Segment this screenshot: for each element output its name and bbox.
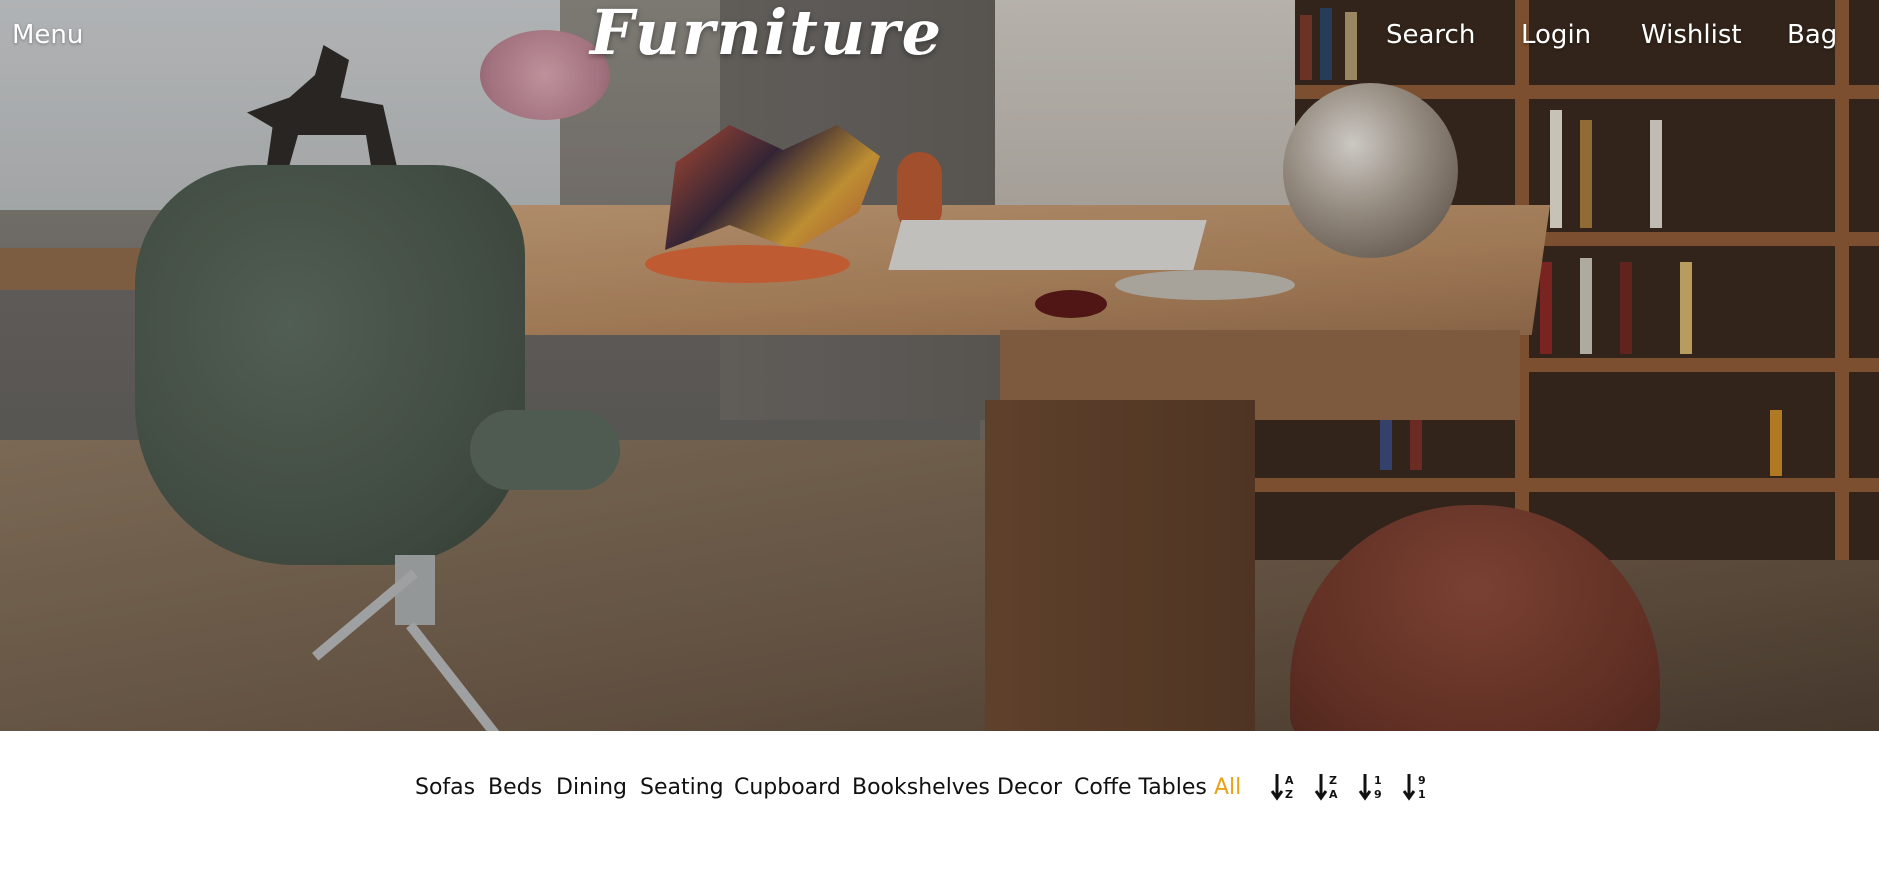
category-seating[interactable]: Seating: [640, 775, 724, 800]
category-bookshelves[interactable]: Bookshelves: [852, 775, 990, 800]
sort-alpha-desc-icon[interactable]: Z A: [1314, 770, 1344, 806]
category-dining[interactable]: Dining: [556, 775, 627, 800]
bag-link[interactable]: Bag: [1787, 20, 1837, 50]
hero-overlay: [0, 0, 1879, 731]
category-coffe-tables[interactable]: Coffe Tables: [1074, 775, 1207, 800]
category-cupboard[interactable]: Cupboard: [734, 775, 841, 800]
sort-label-bottom: 9: [1374, 788, 1382, 801]
hero-image: [0, 0, 1879, 731]
category-filter-bar: Sofas Beds Dining Seating Cupboard Books…: [0, 760, 1879, 820]
sort-label-bottom: A: [1329, 788, 1338, 801]
sort-label-top: 1: [1374, 774, 1382, 787]
login-link[interactable]: Login: [1521, 20, 1591, 50]
wishlist-link[interactable]: Wishlist: [1641, 20, 1742, 50]
menu-button[interactable]: Menu: [12, 20, 83, 50]
top-navigation: Menu Furniture Search Login Wishlist Bag: [0, 0, 1879, 76]
logo[interactable]: Furniture: [590, 0, 943, 69]
search-link[interactable]: Search: [1386, 20, 1475, 50]
sort-label-bottom: 1: [1418, 788, 1426, 801]
sort-label-top: Z: [1329, 774, 1337, 787]
sort-numeric-asc-icon[interactable]: 1 9: [1358, 770, 1388, 806]
category-beds[interactable]: Beds: [488, 775, 542, 800]
sort-alpha-asc-icon[interactable]: A Z: [1270, 770, 1300, 806]
sort-label-bottom: Z: [1285, 788, 1293, 801]
category-decor[interactable]: Decor: [997, 775, 1062, 800]
sort-label-top: A: [1285, 774, 1294, 787]
category-sofas[interactable]: Sofas: [415, 775, 475, 800]
category-all[interactable]: All: [1214, 775, 1241, 800]
sort-numeric-desc-icon[interactable]: 9 1: [1402, 770, 1432, 806]
sort-label-top: 9: [1418, 774, 1426, 787]
